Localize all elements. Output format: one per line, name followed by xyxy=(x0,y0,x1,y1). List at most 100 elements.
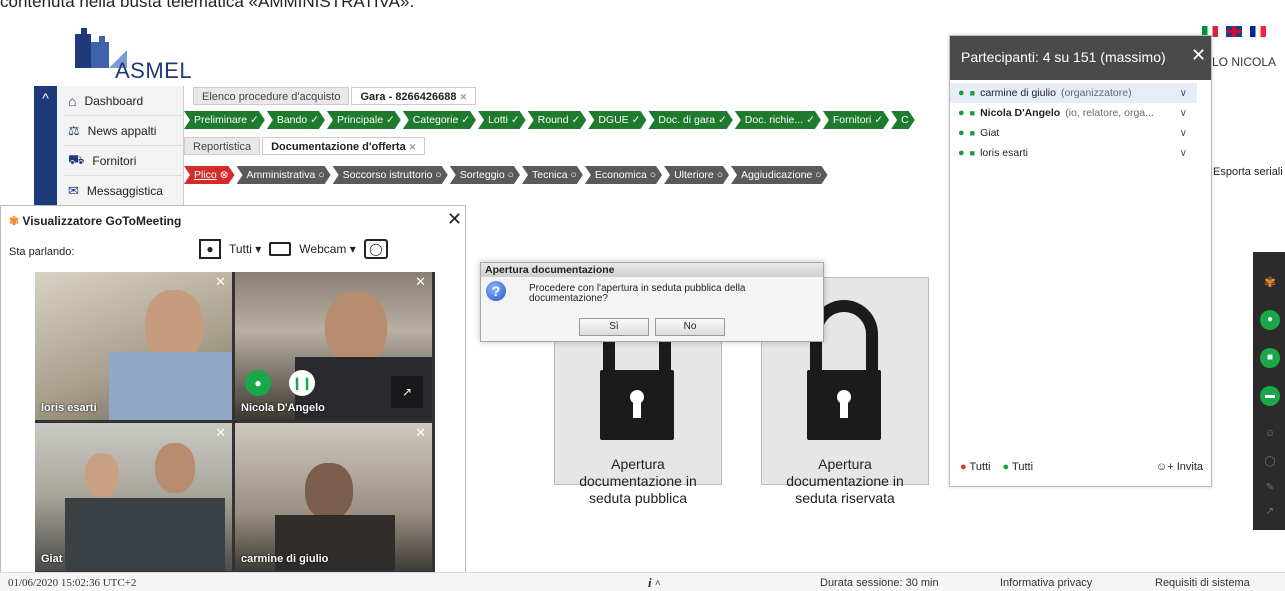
info-button[interactable]: i ^ xyxy=(648,575,661,591)
mic-icon[interactable]: ● xyxy=(958,87,965,99)
participant-face xyxy=(85,453,119,497)
participant-row[interactable]: ● ■ Giat ∨ xyxy=(950,123,1197,143)
close-icon[interactable]: ✕ xyxy=(215,425,226,441)
video-tile[interactable]: ✕ carmine di giulio xyxy=(235,423,432,571)
close-icon[interactable]: ✕ xyxy=(409,142,417,152)
step-aggiudicazione[interactable]: Aggiudicazione ○ xyxy=(731,166,827,184)
webcam-icon[interactable]: ■ xyxy=(970,88,975,98)
screen-share-icon[interactable]: ■ xyxy=(1260,348,1280,368)
step-soccorso-istruttorio[interactable]: Soccorso istruttorio ○ xyxy=(333,166,448,184)
sidebar-item-news[interactable]: ⚖ News appalti xyxy=(64,116,184,146)
step-principale[interactable]: Principale ✓ xyxy=(327,111,401,129)
check-circle-icon: ✓ xyxy=(717,114,727,126)
tab-gara[interactable]: Gara - 8266426688 ✕ xyxy=(351,87,477,105)
tab-label: Documentazione d'offerta xyxy=(271,141,406,153)
video-tile[interactable]: ● ❙❙ ↗ ✕ Nicola D'Angelo xyxy=(235,272,432,420)
sidebar-collapse-button[interactable]: ^ xyxy=(34,86,57,206)
sidebar-item-fornitori[interactable]: ⛟ Fornitori xyxy=(64,146,184,176)
mic-icon[interactable]: ● xyxy=(958,107,965,119)
yes-button[interactable]: Sì xyxy=(579,318,649,336)
flag-uk-icon[interactable] xyxy=(1226,26,1242,37)
participant-row[interactable]: ● ■ loris esarti ∨ xyxy=(950,143,1197,163)
sidebar-item-messaggistica[interactable]: ✉ Messaggistica xyxy=(64,176,184,206)
step-tecnica[interactable]: Tecnica ○ xyxy=(522,166,583,184)
step-economica[interactable]: Economica ○ xyxy=(585,166,662,184)
chevron-down-icon[interactable]: ∨ xyxy=(1180,108,1187,119)
close-icon[interactable]: ✕ xyxy=(415,425,426,441)
video-tile[interactable]: ✕ loris esarti xyxy=(35,272,232,420)
chat-icon[interactable]: ◯ xyxy=(1260,452,1280,472)
chevron-down-icon[interactable]: ∨ xyxy=(1180,148,1187,159)
step-doc-di-gara[interactable]: Doc. di gara ✓ xyxy=(648,111,732,129)
x-circle-icon: ⊗ xyxy=(219,169,229,181)
close-icon[interactable]: ✕ xyxy=(447,209,462,230)
participant-row[interactable]: ● ■ Nicola D'Angelo (io, relatore, orga..… xyxy=(950,103,1197,123)
webcam-icon[interactable]: ▬ xyxy=(1260,386,1280,406)
step-amministrativa[interactable]: Amministrativa ○ xyxy=(237,166,331,184)
tab-elenco-procedure[interactable]: Elenco procedure d'acquisto xyxy=(193,87,350,105)
mic-icon[interactable]: ● xyxy=(245,370,271,396)
mic-icon[interactable]: ● xyxy=(1260,310,1280,330)
mic-icon[interactable]: ● xyxy=(958,147,965,159)
no-button[interactable]: No xyxy=(655,318,725,336)
webcam-icon[interactable]: ■ xyxy=(970,108,975,118)
documentazione-tabs: Reportistica Documentazione d'offerta ✕ xyxy=(184,137,426,155)
step-bando[interactable]: Bando ✓ xyxy=(267,111,325,129)
step-c[interactable]: C xyxy=(891,111,915,129)
participant-row[interactable]: ● ■ carmine di giulio (organizzatore) ∨ xyxy=(950,83,1197,103)
webcam-icon[interactable]: ■ xyxy=(970,148,975,158)
participant-face xyxy=(155,443,195,493)
flag-france-icon[interactable] xyxy=(1250,26,1266,37)
confirm-dialog: Apertura documentazione ? Procedere con … xyxy=(480,262,824,342)
step-ulteriore[interactable]: Ulteriore ○ xyxy=(664,166,729,184)
step-sorteggio[interactable]: Sorteggio ○ xyxy=(450,166,520,184)
camera-icon[interactable]: ◯ xyxy=(363,239,388,259)
webcam-icon[interactable]: ■ xyxy=(970,128,975,138)
step-round[interactable]: Round ✓ xyxy=(528,111,587,129)
sidebar-item-dashboard[interactable]: ⌂ Dashboard xyxy=(64,86,184,116)
step-doc-richieste[interactable]: Doc. richie... ✓ xyxy=(735,111,821,129)
chevron-down-icon[interactable]: ∨ xyxy=(1180,88,1187,99)
step-fornitori[interactable]: Fornitori ✓ xyxy=(823,111,889,129)
video-tile[interactable]: ✕ Giat xyxy=(35,423,232,571)
privacy-link[interactable]: Informativa privacy xyxy=(1000,577,1092,589)
close-icon[interactable]: ✕ xyxy=(460,92,468,102)
pen-icon[interactable]: ✎ xyxy=(1260,478,1280,498)
video-name: Giat xyxy=(41,553,63,565)
tab-documentazione-offerta[interactable]: Documentazione d'offerta ✕ xyxy=(262,137,426,155)
unmute-all-button[interactable]: ● Tutti xyxy=(1003,461,1034,473)
step-label: Soccorso istruttorio xyxy=(342,169,433,181)
mute-all-button[interactable]: ● Tutti xyxy=(960,461,991,473)
mic-icon[interactable]: ● xyxy=(958,127,965,139)
video-name: Nicola D'Angelo xyxy=(241,402,325,414)
step-categorie[interactable]: Categorie ✓ xyxy=(403,111,476,129)
pause-icon[interactable]: ❙❙ xyxy=(289,370,315,396)
tab-reportistica[interactable]: Reportistica xyxy=(184,137,261,155)
step-plico[interactable]: Plico ⊗ xyxy=(184,166,235,184)
filter-dropdown[interactable]: Tutti ▾ xyxy=(229,242,261,256)
chevron-down-icon[interactable]: ∨ xyxy=(1180,128,1187,139)
gotomeeting-logo-icon[interactable]: ✾ xyxy=(1260,272,1280,292)
close-icon[interactable]: ✕ xyxy=(1191,45,1206,66)
session-datetime: 01/06/2020 15:02:36 UTC+2 xyxy=(8,577,137,589)
people-icon[interactable]: ☺ xyxy=(1260,424,1280,444)
close-icon[interactable]: ✕ xyxy=(215,274,226,290)
expand-icon[interactable]: ↗ xyxy=(391,376,423,408)
esporta-seriali-button[interactable]: Esporta seriali xyxy=(1213,166,1285,178)
webcam-dropdown[interactable]: Webcam ▾ xyxy=(299,242,356,256)
logo-text: ASMEL xyxy=(115,58,193,83)
expand-icon[interactable]: ↗ xyxy=(1260,502,1280,522)
step-label: Plico xyxy=(194,169,217,181)
step-lotti[interactable]: Lotti ✓ xyxy=(478,111,526,129)
close-icon[interactable]: ✕ xyxy=(415,274,426,290)
requirements-link[interactable]: Requisiti di sistema xyxy=(1155,577,1250,589)
card-label-line: seduta riservata xyxy=(795,490,895,506)
step-preliminare[interactable]: Preliminare ✓ xyxy=(184,111,265,129)
people-icon[interactable]: ● xyxy=(199,239,221,259)
circle-icon: ○ xyxy=(318,169,325,181)
circle-icon: ○ xyxy=(716,169,724,181)
step-dgue[interactable]: DGUE ✓ xyxy=(588,111,646,129)
scales-icon: ⚖ xyxy=(68,122,80,138)
invite-button[interactable]: ☺+ Invita xyxy=(1156,461,1203,473)
participant-name: carmine di giulio xyxy=(980,87,1056,99)
